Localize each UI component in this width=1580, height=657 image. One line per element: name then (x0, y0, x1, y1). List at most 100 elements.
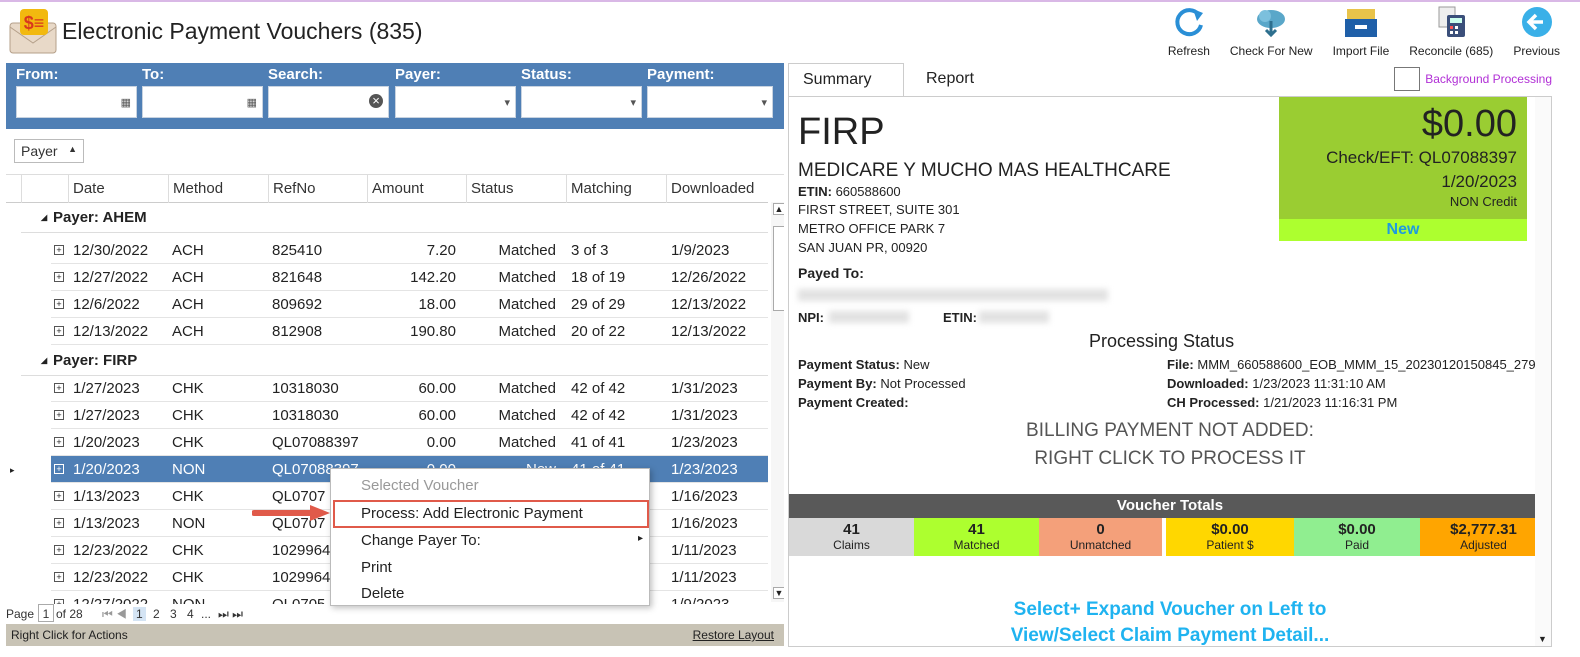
cell-status: Matched (498, 323, 556, 340)
calculator-icon (1438, 6, 1466, 37)
expand-row-icon[interactable]: + (54, 383, 64, 393)
table-row[interactable]: +12/13/2022 ACH 812908 190.80 Matched 20 of 2… (51, 318, 768, 345)
expand-row-icon[interactable]: + (54, 326, 64, 336)
expand-row-icon[interactable]: + (54, 272, 64, 282)
reconcile-button[interactable]: Reconcile (685) (1399, 4, 1503, 58)
calendar-icon[interactable]: ▦ (121, 96, 131, 109)
expand-row-icon[interactable]: + (54, 572, 64, 582)
cell-method: ACH (172, 296, 204, 313)
import-file-button[interactable]: Import File (1323, 4, 1400, 58)
expand-row-icon[interactable]: + (54, 545, 64, 555)
table-row[interactable]: +12/27/2022 ACH 821648 142.20 Matched 18 of 1… (51, 264, 768, 291)
collapse-icon[interactable]: ◢ (41, 213, 47, 222)
expand-row-icon[interactable]: + (54, 491, 64, 501)
total-value: 41 (968, 521, 985, 538)
col-method[interactable]: Method (173, 180, 223, 197)
payee-etin-label: ETIN: (943, 310, 977, 325)
cell-refno: 1029964 (272, 542, 331, 559)
status-hint: Right Click for Actions (11, 628, 128, 642)
npi-label: NPI: (798, 310, 824, 325)
payer-select[interactable]: ▾ (395, 86, 516, 118)
cell-refno: 10318030 (272, 407, 339, 424)
tab-summary[interactable]: Summary (788, 63, 904, 97)
tab-report[interactable]: Report (912, 63, 988, 97)
clear-search-icon[interactable]: × (369, 94, 383, 108)
col-matching[interactable]: Matching (571, 180, 632, 197)
calendar-icon[interactable]: ▦ (247, 96, 257, 109)
cell-downloaded: 1/16/2023 (671, 488, 738, 505)
menu-item-print[interactable]: Print (361, 559, 392, 576)
expand-row-icon[interactable]: + (54, 245, 64, 255)
notice-line-2: RIGHT CLICK TO PROCESS IT (1034, 448, 1306, 469)
table-row[interactable]: +1/27/2023 CHK 10318030 60.00 Matched 42 of 4… (51, 375, 768, 402)
total-value: $0.00 (1211, 521, 1249, 538)
page-link-more[interactable]: ... (201, 607, 211, 621)
payment-select[interactable]: ▾ (647, 86, 773, 118)
grid-vertical-scrollbar[interactable]: ▲ ▼ (771, 202, 784, 602)
downloaded-label: Downloaded: (1167, 376, 1249, 391)
group-by-payer-chip[interactable]: Payer ▲ (14, 139, 84, 163)
status-select[interactable]: ▾ (521, 86, 642, 118)
cell-refno: 825410 (272, 242, 323, 259)
payment-amount: $0.00 (1421, 103, 1517, 145)
group-row-firp[interactable]: ◢ Payer: FIRP (21, 346, 768, 376)
col-refno[interactable]: RefNo (273, 180, 316, 197)
scroll-down-icon[interactable]: ▼ (773, 587, 784, 599)
menu-item-delete[interactable]: Delete (361, 585, 404, 602)
cell-date: 12/23/2022 (73, 569, 149, 586)
page-number-input[interactable]: 1 (38, 604, 54, 622)
background-processing-toggle[interactable]: Background Processing (1394, 67, 1552, 91)
table-row[interactable]: +1/20/2023 CHK QL07088397 0.00 Matched 41 of … (51, 429, 768, 456)
cell-matching: 42 of 42 (571, 380, 626, 397)
scrollbar-thumb[interactable] (773, 226, 784, 311)
cell-method: ACH (172, 269, 204, 286)
table-row[interactable]: +12/6/2022 ACH 809692 18.00 Matched 29 of 29 1… (51, 291, 768, 318)
refresh-button[interactable]: Refresh (1158, 4, 1220, 58)
chevron-down-icon: ▾ (630, 97, 636, 109)
detail-panel: Summary Report Background Processing FIR… (786, 63, 1564, 647)
detail-vertical-scrollbar[interactable]: ▼ (1535, 97, 1551, 646)
cell-date: 1/27/2023 (73, 380, 140, 397)
cell-downloaded: 12/13/2022 (671, 323, 747, 340)
expand-row-icon[interactable]: + (54, 518, 64, 528)
col-amount[interactable]: Amount (372, 180, 424, 197)
check-for-new-button[interactable]: Check For New (1220, 4, 1323, 58)
restore-layout-link[interactable]: Restore Layout (693, 628, 774, 642)
collapse-icon[interactable]: ◢ (41, 356, 47, 365)
expand-row-icon[interactable]: + (54, 464, 64, 474)
to-date-input[interactable]: ▦ (142, 86, 263, 118)
previous-label: Previous (1513, 44, 1560, 58)
page-link-1[interactable]: 1 (133, 607, 146, 621)
total-unmatched: 0 Unmatched (1039, 518, 1162, 556)
next-page-icon[interactable]: ⏭ ⏭ (218, 607, 243, 622)
scroll-down-icon[interactable]: ▼ (1538, 634, 1547, 644)
toolbar: Refresh Check For New Import File Reconc… (1158, 4, 1570, 58)
cell-downloaded: 1/31/2023 (671, 380, 738, 397)
col-status[interactable]: Status (471, 180, 514, 197)
table-row[interactable]: +1/27/2023 CHK 10318030 60.00 Matched 42 of 4… (51, 402, 768, 429)
payment-amount-card: $0.00 Check/EFT: QL07088397 1/20/2023 NO… (1279, 97, 1527, 219)
page-link-2[interactable]: 2 (153, 607, 160, 621)
total-value: 0 (1096, 521, 1105, 538)
group-row-ahem[interactable]: ◢ Payer: AHEM (21, 203, 768, 233)
from-date-input[interactable]: ▦ (16, 86, 137, 118)
page-link-4[interactable]: 4 (187, 607, 194, 621)
redacted-payee (798, 289, 1108, 301)
table-row[interactable]: +12/30/2022 ACH 825410 7.20 Matched 3 of 3 1/9… (51, 237, 768, 264)
previous-button[interactable]: Previous (1503, 4, 1570, 58)
cell-date: 1/20/2023 (73, 434, 140, 451)
scroll-up-icon[interactable]: ▲ (773, 203, 784, 215)
cell-refno: 1029964 (272, 569, 331, 586)
menu-item-process[interactable]: Process: Add Electronic Payment (361, 505, 583, 522)
background-processing-checkbox[interactable] (1394, 67, 1421, 91)
page-link-3[interactable]: 3 (170, 607, 177, 621)
col-date[interactable]: Date (73, 180, 105, 197)
search-input[interactable]: × (268, 86, 389, 118)
expand-row-icon[interactable]: + (54, 437, 64, 447)
menu-item-change-payer[interactable]: Change Payer To: (361, 532, 481, 549)
col-downloaded[interactable]: Downloaded (671, 180, 754, 197)
expand-row-icon[interactable]: + (54, 299, 64, 309)
first-page-icon[interactable]: ⏮ ◀ (102, 607, 127, 622)
expand-row-icon[interactable]: + (54, 410, 64, 420)
payer-code: FIRP (798, 111, 885, 153)
